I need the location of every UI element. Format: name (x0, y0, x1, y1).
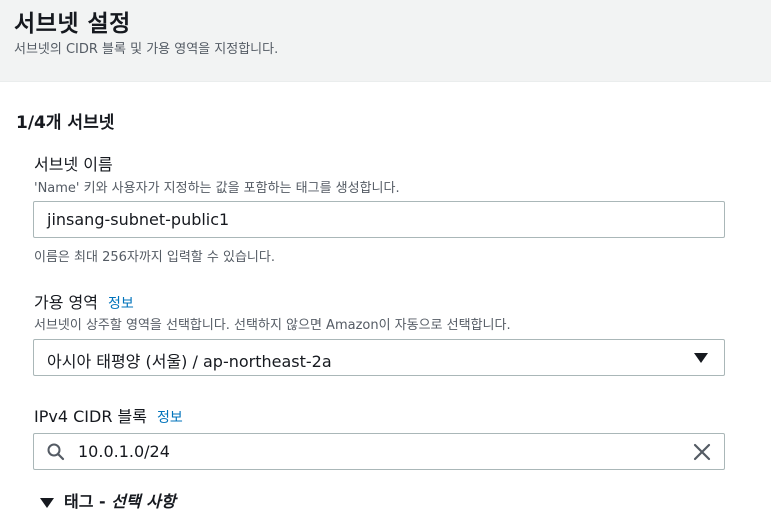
tags-label: 태그 - (64, 492, 112, 511)
az-label: 가용 영역 정보 (34, 289, 134, 313)
caret-down-icon (40, 497, 54, 508)
tags-expander[interactable]: 태그 - 선택 사항 (40, 488, 176, 512)
caret-down-icon (694, 353, 708, 363)
subnet-name-value: jinsang-subnet-public1 (47, 210, 230, 229)
subnet-name-hint: 'Name' 키와 사용자가 지정하는 값을 포함하는 태그를 생성합니다. (34, 181, 400, 196)
cidr-info-link[interactable]: 정보 (157, 410, 183, 426)
subnet-name-constraint: 이름은 최대 256자까지 입력할 수 있습니다. (34, 250, 275, 265)
subnet-name-input[interactable]: jinsang-subnet-public1 (33, 201, 725, 238)
search-icon (46, 442, 66, 462)
cidr-label: IPv4 CIDR 블록 정보 (34, 403, 183, 427)
subnet-section-title: 1/4개 서브넷 (16, 113, 115, 133)
close-icon[interactable] (692, 442, 712, 462)
az-info-link[interactable]: 정보 (108, 296, 134, 312)
subnet-name-label: 서브넷 이름 (34, 155, 113, 174)
cidr-label-text: IPv4 CIDR 블록 (34, 407, 147, 426)
az-select[interactable]: 아시아 태평양 (서울) / ap-northeast-2a (33, 339, 725, 376)
az-label-text: 가용 영역 (34, 293, 98, 312)
page-description: 서브넷의 CIDR 블록 및 가용 영역을 지정합니다. (14, 42, 279, 57)
az-hint: 서브넷이 상주할 영역을 선택합니다. 선택하지 않으면 Amazon이 자동으… (34, 318, 511, 333)
az-selected-value: 아시아 태평양 (서울) / ap-northeast-2a (47, 352, 332, 371)
page-header: 서브넷 설정 서브넷의 CIDR 블록 및 가용 영역을 지정합니다. (0, 0, 771, 82)
page-title: 서브넷 설정 (14, 11, 131, 37)
cidr-value: 10.0.1.0/24 (78, 442, 170, 461)
cidr-input[interactable]: 10.0.1.0/24 (33, 433, 725, 470)
tags-optional-label: 선택 사항 (111, 492, 176, 511)
